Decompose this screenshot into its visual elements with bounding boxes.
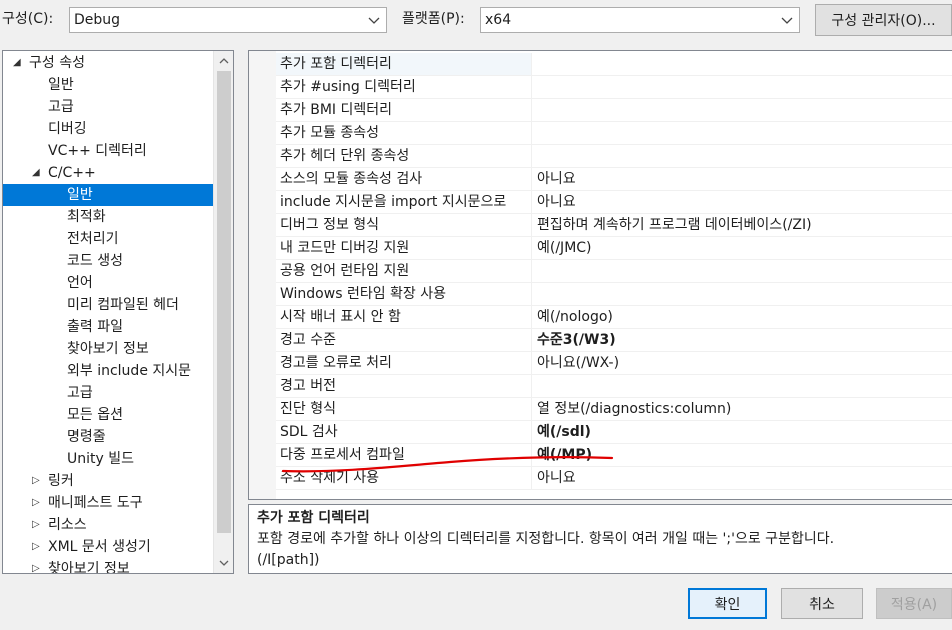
collapsed-triangle-icon[interactable]: ▷ [32,492,42,514]
cancel-button[interactable]: 취소 [781,588,863,619]
collapsed-triangle-icon[interactable]: ▷ [32,558,42,573]
ok-button[interactable]: 확인 [688,588,767,619]
property-row[interactable]: 추가 헤더 단위 종속성 [276,145,952,168]
tree-item-resources[interactable]: ▷ 리소스 [3,514,213,536]
tree-item[interactable]: VC++ 디렉터리 [3,140,213,162]
tree-item-selected[interactable]: 일반 [3,184,213,206]
property-row[interactable]: 추가 모듈 종속성 [276,122,952,145]
property-row[interactable]: 경고를 오류로 처리 아니요(/WX-) [276,352,952,375]
tree-item[interactable]: 코드 생성 [3,250,213,272]
property-grid[interactable]: 추가 포함 디렉터리 추가 #using 디렉터리 추가 BMI 디렉터리 추가… [248,50,952,500]
grid-margin [249,51,276,499]
chevron-down-icon [368,17,380,24]
platform-label: 플랫폼(P): [402,11,465,27]
tree-item[interactable]: 고급 [3,382,213,404]
tree-item[interactable]: 언어 [3,272,213,294]
config-value: Debug [74,12,121,28]
tree-item[interactable]: 디버깅 [3,118,213,140]
property-row[interactable]: 추가 포함 디렉터리 [276,53,952,76]
collapsed-triangle-icon[interactable]: ▷ [32,514,42,536]
tree-scrollbar[interactable] [213,51,233,573]
property-row[interactable]: 내 코드만 디버깅 지원 예(/JMC) [276,237,952,260]
tree-item-manifest[interactable]: ▷ 매니페스트 도구 [3,492,213,514]
property-tree[interactable]: ◢ 구성 속성 일반 고급 디버깅 VC++ 디렉터리 ◢ C/C++ 일반 최… [2,50,234,574]
expanded-triangle-icon[interactable]: ◢ [13,52,23,74]
config-select[interactable]: Debug [69,7,387,33]
description-title: 추가 포함 디렉터리 [257,510,370,526]
property-row[interactable]: SDL 검사 예(/sdl) [276,421,952,444]
property-row[interactable]: 다중 프로세서 컴파일 예(/MP) [276,444,952,467]
property-row[interactable]: 시작 배너 표시 안 함 예(/nologo) [276,306,952,329]
config-label: 구성(C): [2,11,54,27]
tree-item-linker[interactable]: ▷ 링커 [3,470,213,492]
platform-value: x64 [485,12,512,28]
property-row[interactable]: include 지시문을 import 지시문으로 아니요 [276,191,952,214]
property-row[interactable]: 추가 #using 디렉터리 [276,76,952,99]
property-row[interactable]: 공용 언어 런타임 지원 [276,260,952,283]
chevron-down-icon [781,17,793,24]
tree-item[interactable]: 일반 [3,74,213,96]
property-row[interactable]: 디버그 정보 형식 편집하며 계속하기 프로그램 데이터베이스(/ZI) [276,214,952,237]
scroll-up-icon[interactable] [218,55,230,67]
property-row[interactable]: 경고 수준 수준3(/W3) [276,329,952,352]
property-row[interactable]: 소스의 모듈 종속성 검사 아니요 [276,168,952,191]
tree-item-xml[interactable]: ▷ XML 문서 생성기 [3,536,213,558]
tree-item-cpp[interactable]: ◢ C/C++ [3,162,213,184]
tree-item[interactable]: 최적화 [3,206,213,228]
tree-item[interactable]: 명령줄 [3,426,213,448]
description-text: 포함 경로에 추가할 하나 이상의 디렉터리를 지정합니다. 항목이 여러 개일… [257,531,835,547]
expanded-triangle-icon[interactable]: ◢ [32,162,42,184]
property-row[interactable]: 주소 삭제기 사용 아니요 [276,467,952,490]
tree-item[interactable]: 찾아보기 정보 [3,338,213,360]
property-row[interactable]: Windows 런타임 확장 사용 [276,283,952,306]
property-row[interactable]: 경고 버전 [276,375,952,398]
collapsed-triangle-icon[interactable]: ▷ [32,470,42,492]
platform-select[interactable]: x64 [480,7,800,33]
property-row[interactable]: 진단 형식 열 정보(/diagnostics:column) [276,398,952,421]
description-switch: (/I[path]) [257,552,320,568]
property-row[interactable]: 추가 BMI 디렉터리 [276,99,952,122]
tree-item-browse[interactable]: ▷ 찾아보기 정보 [3,558,213,573]
tree-item-config-properties[interactable]: ◢ 구성 속성 [3,52,213,74]
tree-item[interactable]: 외부 include 지시문 [3,360,213,382]
collapsed-triangle-icon[interactable]: ▷ [32,536,42,558]
tree-item[interactable]: 미리 컴파일된 헤더 [3,294,213,316]
scroll-down-icon[interactable] [218,557,230,569]
tree-item[interactable]: 전처리기 [3,228,213,250]
apply-button[interactable]: 적용(A) [876,588,952,619]
tree-item[interactable]: Unity 빌드 [3,448,213,470]
config-manager-button[interactable]: 구성 관리자(O)... [815,4,952,36]
description-pane: 추가 포함 디렉터리 포함 경로에 추가할 하나 이상의 디렉터리를 지정합니다… [248,504,952,574]
scrollbar-thumb[interactable] [217,71,231,533]
tree-item[interactable]: 모든 옵션 [3,404,213,426]
tree-item[interactable]: 출력 파일 [3,316,213,338]
tree-item[interactable]: 고급 [3,96,213,118]
